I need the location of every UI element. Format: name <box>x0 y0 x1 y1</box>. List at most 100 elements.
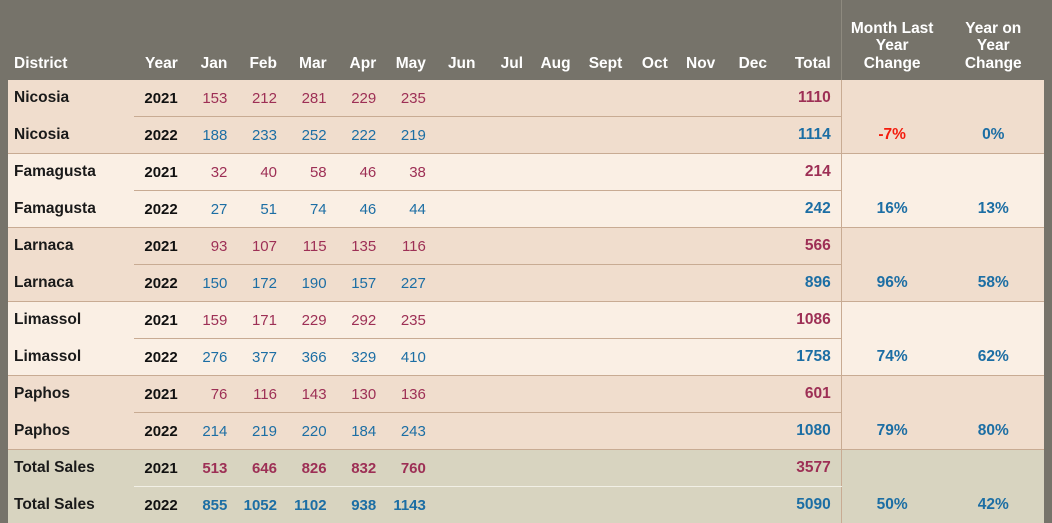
header-month-feb: Feb <box>233 0 283 80</box>
cell-month-jan: 188 <box>184 117 234 154</box>
cell-month-aug <box>529 413 577 450</box>
cell-month-last-year-change <box>841 450 942 487</box>
cell-month-apr: 157 <box>333 265 383 302</box>
cell-month-apr: 229 <box>333 80 383 117</box>
cell-month-feb: 219 <box>233 413 283 450</box>
cell-month-nov <box>674 302 722 339</box>
cell-district: Paphos <box>8 413 134 450</box>
cell-month-nov <box>674 265 722 302</box>
header-month-jul: Jul <box>482 0 530 80</box>
cell-month-mar: 74 <box>283 191 333 228</box>
cell-district: Limassol <box>8 339 134 376</box>
cell-month-aug <box>529 487 577 523</box>
cell-month-sept <box>577 191 629 228</box>
cell-month-aug <box>529 191 577 228</box>
cell-month-oct <box>628 450 673 487</box>
table-row: Larnaca202193107115135116566 <box>8 228 1044 265</box>
cell-month-jul <box>482 413 530 450</box>
cell-total: 5090 <box>773 487 841 523</box>
cell-year: 2022 <box>134 413 184 450</box>
cell-month-jun <box>432 80 482 117</box>
table-row: Nicosia20211532122812292351110 <box>8 80 1044 117</box>
cell-month-sept <box>577 154 629 191</box>
cell-month-last-year-change: 50% <box>841 487 942 523</box>
cell-month-apr: 46 <box>333 154 383 191</box>
cell-month-aug <box>529 80 577 117</box>
cell-month-jun <box>432 191 482 228</box>
cell-month-apr: 292 <box>333 302 383 339</box>
cell-month-oct <box>628 80 673 117</box>
cell-month-oct <box>628 487 673 523</box>
cell-year-on-year-change: 0% <box>943 117 1044 154</box>
cell-month-dec <box>721 413 773 450</box>
cell-month-dec <box>721 80 773 117</box>
cell-month-last-year-change: 96% <box>841 265 942 302</box>
cell-month-apr: 938 <box>333 487 383 523</box>
header-row: District Year Jan Feb Mar Apr May Jun Ju… <box>8 0 1044 80</box>
cell-month-jul <box>482 117 530 154</box>
cell-year-on-year-change <box>943 450 1044 487</box>
cell-month-jan: 513 <box>184 450 234 487</box>
cell-month-feb: 646 <box>233 450 283 487</box>
cell-month-nov <box>674 228 722 265</box>
cell-month-jan: 76 <box>184 376 234 413</box>
cell-month-jan: 32 <box>184 154 234 191</box>
header-month-sept: Sept <box>577 0 629 80</box>
cell-month-oct <box>628 265 673 302</box>
cell-total: 601 <box>773 376 841 413</box>
cell-month-dec <box>721 265 773 302</box>
header-month-jun: Jun <box>432 0 482 80</box>
cell-month-oct <box>628 117 673 154</box>
cell-month-aug <box>529 450 577 487</box>
cell-total: 242 <box>773 191 841 228</box>
cell-district: Nicosia <box>8 80 134 117</box>
cell-month-apr: 184 <box>333 413 383 450</box>
cell-month-aug <box>529 339 577 376</box>
cell-year-on-year-change <box>943 302 1044 339</box>
cell-month-jun <box>432 265 482 302</box>
cell-month-sept <box>577 413 629 450</box>
cell-year-on-year-change: 42% <box>943 487 1044 523</box>
cell-district: Famagusta <box>8 154 134 191</box>
cell-district: Limassol <box>8 302 134 339</box>
cell-total: 214 <box>773 154 841 191</box>
cell-district: Total Sales <box>8 487 134 523</box>
cell-month-feb: 116 <box>233 376 283 413</box>
cell-month-jul <box>482 265 530 302</box>
cell-month-dec <box>721 228 773 265</box>
cell-month-jul <box>482 191 530 228</box>
cell-month-jul <box>482 376 530 413</box>
cell-month-feb: 377 <box>233 339 283 376</box>
cell-month-may: 219 <box>382 117 432 154</box>
sales-table-container: District Year Jan Feb Mar Apr May Jun Ju… <box>0 0 1052 516</box>
cell-month-last-year-change <box>841 154 942 191</box>
cell-district: Total Sales <box>8 450 134 487</box>
cell-district: Nicosia <box>8 117 134 154</box>
cell-month-last-year-change <box>841 302 942 339</box>
cell-month-dec <box>721 154 773 191</box>
table-row: Larnaca202215017219015722789696%58% <box>8 265 1044 302</box>
header-month-nov: Nov <box>674 0 722 80</box>
cell-month-aug <box>529 302 577 339</box>
cell-month-nov <box>674 413 722 450</box>
table-row: Famagusta20213240584638214 <box>8 154 1044 191</box>
cell-month-sept <box>577 450 629 487</box>
cell-month-dec <box>721 302 773 339</box>
table-row: Total Sales2022855105211029381143509050%… <box>8 487 1044 523</box>
cell-district: Larnaca <box>8 265 134 302</box>
cell-month-jan: 855 <box>184 487 234 523</box>
cell-month-feb: 51 <box>233 191 283 228</box>
cell-year-on-year-change <box>943 154 1044 191</box>
cell-month-may: 235 <box>382 80 432 117</box>
cell-month-may: 227 <box>382 265 432 302</box>
cell-month-dec <box>721 339 773 376</box>
cell-month-last-year-change <box>841 376 942 413</box>
cell-month-jun <box>432 413 482 450</box>
cell-month-sept <box>577 80 629 117</box>
cell-month-may: 116 <box>382 228 432 265</box>
table-body: Nicosia20211532122812292351110Nicosia202… <box>8 80 1044 523</box>
cell-year: 2021 <box>134 228 184 265</box>
cell-month-last-year-change: 74% <box>841 339 942 376</box>
cell-year: 2022 <box>134 117 184 154</box>
cell-total: 1086 <box>773 302 841 339</box>
